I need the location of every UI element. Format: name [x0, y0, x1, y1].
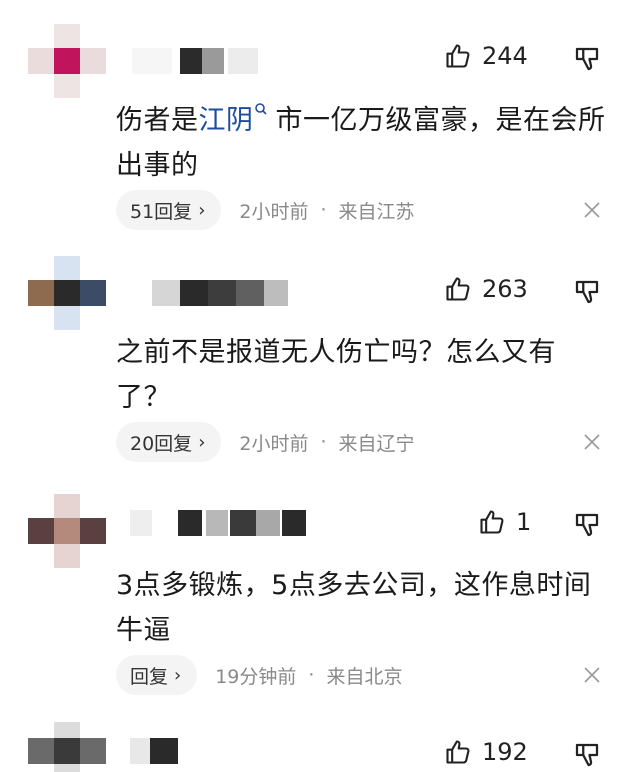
- comment-text: 之前不是报道无人伤亡吗？怎么又有了？: [116, 337, 556, 413]
- thumbs-up-icon: [446, 277, 470, 301]
- close-icon[interactable]: [582, 200, 602, 220]
- avatar-center: [54, 518, 80, 544]
- comment-text: 3点多锻炼，5点多去公司，这作息时间牛逼: [116, 570, 592, 646]
- avatar-center: [54, 280, 80, 306]
- chevron-right-icon: ›: [198, 199, 206, 221]
- separator-dot: ·: [320, 199, 327, 221]
- reply-button[interactable]: 51回复 ›: [116, 190, 222, 230]
- comment-meta: 51回复 › 2小时前 · 来自江苏: [116, 190, 415, 230]
- avatar-center: [54, 48, 80, 74]
- reply-button[interactable]: 回复 ›: [116, 655, 198, 695]
- avatar[interactable]: [28, 494, 106, 568]
- avatar-center: [54, 738, 80, 764]
- avatar[interactable]: [28, 256, 106, 330]
- comment-meta: 回复 › 19分钟前 · 来自北京: [116, 655, 402, 695]
- username-redacted[interactable]: [130, 738, 320, 764]
- location: 来自北京: [326, 665, 403, 688]
- username-redacted[interactable]: [130, 510, 320, 536]
- avatar[interactable]: [28, 722, 106, 772]
- thumbs-up-icon: [446, 740, 470, 764]
- thumbs-up-icon: [446, 44, 470, 68]
- like-button[interactable]: 192: [444, 738, 528, 766]
- username-redacted[interactable]: [152, 280, 342, 306]
- username-redacted[interactable]: [132, 48, 322, 74]
- timestamp: 2小时前: [239, 200, 309, 223]
- like-button[interactable]: 1: [478, 508, 531, 536]
- search-icon[interactable]: [254, 102, 268, 118]
- thumbs-down-icon[interactable]: [572, 277, 602, 307]
- timestamp: 2小时前: [239, 432, 309, 455]
- like-count: 192: [482, 738, 528, 766]
- close-icon[interactable]: [582, 665, 602, 685]
- like-count: 263: [482, 275, 528, 303]
- chevron-right-icon: ›: [174, 664, 182, 686]
- thumbs-down-icon[interactable]: [572, 740, 602, 770]
- avatar[interactable]: [28, 24, 106, 98]
- separator-dot: ·: [320, 431, 327, 453]
- close-icon[interactable]: [582, 432, 602, 452]
- thumbs-down-icon[interactable]: [572, 510, 602, 540]
- like-count: 244: [482, 42, 528, 70]
- separator-dot: ·: [308, 664, 315, 686]
- reply-button[interactable]: 20回复 ›: [116, 422, 222, 462]
- highlight-link[interactable]: 江阴: [199, 105, 254, 136]
- comment-meta: 20回复 › 2小时前 · 来自辽宁: [116, 422, 415, 462]
- like-button[interactable]: 244: [444, 42, 528, 70]
- timestamp: 19分钟前: [215, 665, 297, 688]
- like-button[interactable]: 263: [444, 275, 528, 303]
- location: 来自江苏: [338, 200, 415, 223]
- like-count: 1: [516, 508, 532, 536]
- comment-text: 伤者是江阴 市一亿万级富豪，是在会所出事的: [116, 98, 606, 188]
- thumbs-up-icon: [480, 510, 504, 534]
- thumbs-down-icon[interactable]: [572, 44, 602, 74]
- location: 来自辽宁: [338, 432, 415, 455]
- chevron-right-icon: ›: [198, 431, 206, 453]
